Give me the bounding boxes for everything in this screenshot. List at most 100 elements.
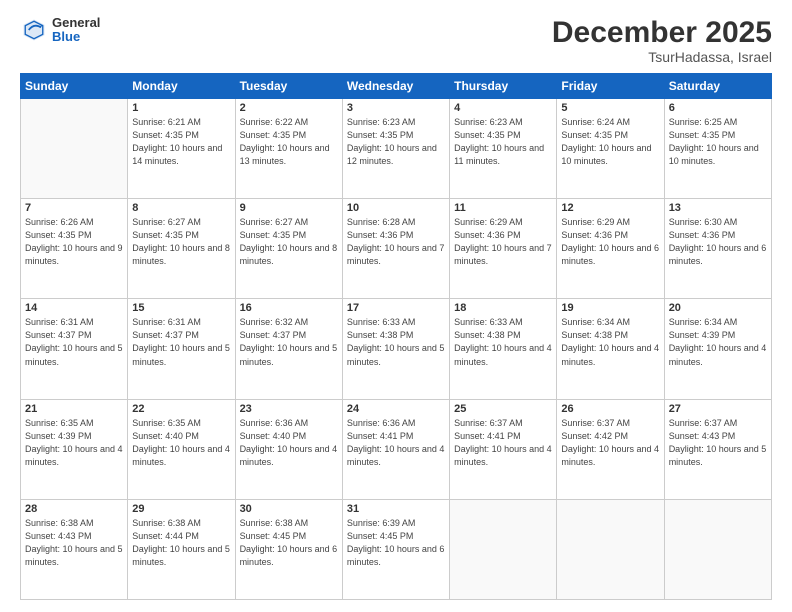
calendar-cell: 18 Sunrise: 6:33 AMSunset: 4:38 PMDayligh… [450, 299, 557, 399]
day-info: Sunrise: 6:34 AMSunset: 4:39 PMDaylight:… [669, 316, 767, 368]
calendar-cell: 14 Sunrise: 6:31 AMSunset: 4:37 PMDayligh… [21, 299, 128, 399]
day-info: Sunrise: 6:38 AMSunset: 4:44 PMDaylight:… [132, 517, 230, 569]
calendar-cell: 27 Sunrise: 6:37 AMSunset: 4:43 PMDayligh… [664, 399, 771, 499]
calendar-cell: 26 Sunrise: 6:37 AMSunset: 4:42 PMDayligh… [557, 399, 664, 499]
day-info: Sunrise: 6:29 AMSunset: 4:36 PMDaylight:… [561, 216, 659, 268]
day-number: 12 [561, 202, 659, 214]
day-info: Sunrise: 6:36 AMSunset: 4:40 PMDaylight:… [240, 417, 338, 469]
day-info: Sunrise: 6:25 AMSunset: 4:35 PMDaylight:… [669, 116, 767, 168]
location: TsurHadassa, Israel [552, 49, 772, 65]
month-title: December 2025 [552, 16, 772, 49]
day-number: 23 [240, 403, 338, 415]
day-number: 10 [347, 202, 445, 214]
day-info: Sunrise: 6:37 AMSunset: 4:42 PMDaylight:… [561, 417, 659, 469]
day-number: 9 [240, 202, 338, 214]
calendar-cell: 20 Sunrise: 6:34 AMSunset: 4:39 PMDayligh… [664, 299, 771, 399]
day-info: Sunrise: 6:21 AMSunset: 4:35 PMDaylight:… [132, 116, 230, 168]
calendar-cell: 30 Sunrise: 6:38 AMSunset: 4:45 PMDayligh… [235, 499, 342, 599]
weekday-header-row: SundayMondayTuesdayWednesdayThursdayFrid… [21, 74, 772, 99]
day-number: 3 [347, 102, 445, 114]
weekday-header-thursday: Thursday [450, 74, 557, 99]
day-number: 18 [454, 302, 552, 314]
calendar-cell: 19Sunrise: 6:34 AMSunset: 4:38 PMDayligh… [557, 299, 664, 399]
day-number: 30 [240, 503, 338, 515]
day-number: 19 [561, 302, 659, 314]
day-info: Sunrise: 6:39 AMSunset: 4:45 PMDaylight:… [347, 517, 445, 569]
calendar-week-row: 28 Sunrise: 6:38 AMSunset: 4:43 PMDayligh… [21, 499, 772, 599]
weekday-header-sunday: Sunday [21, 74, 128, 99]
day-info: Sunrise: 6:36 AMSunset: 4:41 PMDaylight:… [347, 417, 445, 469]
calendar-week-row: 1 Sunrise: 6:21 AMSunset: 4:35 PMDaylight… [21, 99, 772, 199]
calendar-cell: 13Sunrise: 6:30 AMSunset: 4:36 PMDayligh… [664, 199, 771, 299]
day-number: 5 [561, 102, 659, 114]
day-number: 4 [454, 102, 552, 114]
day-number: 2 [240, 102, 338, 114]
calendar-cell: 25Sunrise: 6:37 AMSunset: 4:41 PMDayligh… [450, 399, 557, 499]
calendar-cell: 28 Sunrise: 6:38 AMSunset: 4:43 PMDayligh… [21, 499, 128, 599]
calendar-week-row: 7Sunrise: 6:26 AMSunset: 4:35 PMDaylight… [21, 199, 772, 299]
calendar-cell: 2 Sunrise: 6:22 AMSunset: 4:35 PMDaylight… [235, 99, 342, 199]
day-info: Sunrise: 6:31 AMSunset: 4:37 PMDaylight:… [25, 316, 123, 368]
day-number: 1 [132, 102, 230, 114]
day-number: 17 [347, 302, 445, 314]
day-number: 29 [132, 503, 230, 515]
header: General Blue December 2025 TsurHadassa, … [20, 16, 772, 65]
day-info: Sunrise: 6:23 AMSunset: 4:35 PMDaylight:… [347, 116, 445, 168]
weekday-header-monday: Monday [128, 74, 235, 99]
day-number: 6 [669, 102, 767, 114]
day-info: Sunrise: 6:38 AMSunset: 4:45 PMDaylight:… [240, 517, 338, 569]
day-info: Sunrise: 6:27 AMSunset: 4:35 PMDaylight:… [240, 216, 338, 268]
calendar-cell [664, 499, 771, 599]
calendar-week-row: 14 Sunrise: 6:31 AMSunset: 4:37 PMDayligh… [21, 299, 772, 399]
day-number: 27 [669, 403, 767, 415]
calendar-cell: 17Sunrise: 6:33 AMSunset: 4:38 PMDayligh… [342, 299, 449, 399]
calendar-week-row: 21 Sunrise: 6:35 AMSunset: 4:39 PMDayligh… [21, 399, 772, 499]
calendar-cell [557, 499, 664, 599]
day-info: Sunrise: 6:23 AMSunset: 4:35 PMDaylight:… [454, 116, 552, 168]
calendar-cell: 10 Sunrise: 6:28 AMSunset: 4:36 PMDayligh… [342, 199, 449, 299]
logo-text: General Blue [52, 16, 100, 45]
calendar-cell: 29 Sunrise: 6:38 AMSunset: 4:44 PMDayligh… [128, 499, 235, 599]
day-number: 7 [25, 202, 123, 214]
calendar-cell: 5Sunrise: 6:24 AMSunset: 4:35 PMDaylight… [557, 99, 664, 199]
logo-blue-text: Blue [52, 30, 100, 44]
weekday-header-wednesday: Wednesday [342, 74, 449, 99]
day-info: Sunrise: 6:35 AMSunset: 4:40 PMDaylight:… [132, 417, 230, 469]
day-number: 31 [347, 503, 445, 515]
calendar-cell: 24Sunrise: 6:36 AMSunset: 4:41 PMDayligh… [342, 399, 449, 499]
logo-icon [20, 16, 48, 44]
day-number: 28 [25, 503, 123, 515]
day-number: 26 [561, 403, 659, 415]
day-info: Sunrise: 6:22 AMSunset: 4:35 PMDaylight:… [240, 116, 338, 168]
calendar-cell: 31 Sunrise: 6:39 AMSunset: 4:45 PMDayligh… [342, 499, 449, 599]
calendar-cell: 12 Sunrise: 6:29 AMSunset: 4:36 PMDayligh… [557, 199, 664, 299]
weekday-header-tuesday: Tuesday [235, 74, 342, 99]
calendar-cell: 8 Sunrise: 6:27 AMSunset: 4:35 PMDaylight… [128, 199, 235, 299]
day-number: 15 [132, 302, 230, 314]
calendar-cell [21, 99, 128, 199]
day-number: 21 [25, 403, 123, 415]
day-info: Sunrise: 6:31 AMSunset: 4:37 PMDaylight:… [132, 316, 230, 368]
day-info: Sunrise: 6:37 AMSunset: 4:43 PMDaylight:… [669, 417, 767, 469]
calendar-cell: 22 Sunrise: 6:35 AMSunset: 4:40 PMDayligh… [128, 399, 235, 499]
day-info: Sunrise: 6:28 AMSunset: 4:36 PMDaylight:… [347, 216, 445, 268]
day-info: Sunrise: 6:29 AMSunset: 4:36 PMDaylight:… [454, 216, 552, 268]
calendar-cell: 15 Sunrise: 6:31 AMSunset: 4:37 PMDayligh… [128, 299, 235, 399]
calendar-cell: 21 Sunrise: 6:35 AMSunset: 4:39 PMDayligh… [21, 399, 128, 499]
calendar-cell: 11Sunrise: 6:29 AMSunset: 4:36 PMDayligh… [450, 199, 557, 299]
day-number: 25 [454, 403, 552, 415]
day-number: 16 [240, 302, 338, 314]
day-info: Sunrise: 6:35 AMSunset: 4:39 PMDaylight:… [25, 417, 123, 469]
weekday-header-saturday: Saturday [664, 74, 771, 99]
calendar-cell: 23 Sunrise: 6:36 AMSunset: 4:40 PMDayligh… [235, 399, 342, 499]
calendar-cell: 3 Sunrise: 6:23 AMSunset: 4:35 PMDaylight… [342, 99, 449, 199]
day-number: 22 [132, 403, 230, 415]
day-info: Sunrise: 6:27 AMSunset: 4:35 PMDaylight:… [132, 216, 230, 268]
calendar-cell: 16Sunrise: 6:32 AMSunset: 4:37 PMDayligh… [235, 299, 342, 399]
day-number: 20 [669, 302, 767, 314]
day-number: 8 [132, 202, 230, 214]
day-info: Sunrise: 6:38 AMSunset: 4:43 PMDaylight:… [25, 517, 123, 569]
calendar-cell: 7Sunrise: 6:26 AMSunset: 4:35 PMDaylight… [21, 199, 128, 299]
day-info: Sunrise: 6:33 AMSunset: 4:38 PMDaylight:… [454, 316, 552, 368]
day-number: 14 [25, 302, 123, 314]
